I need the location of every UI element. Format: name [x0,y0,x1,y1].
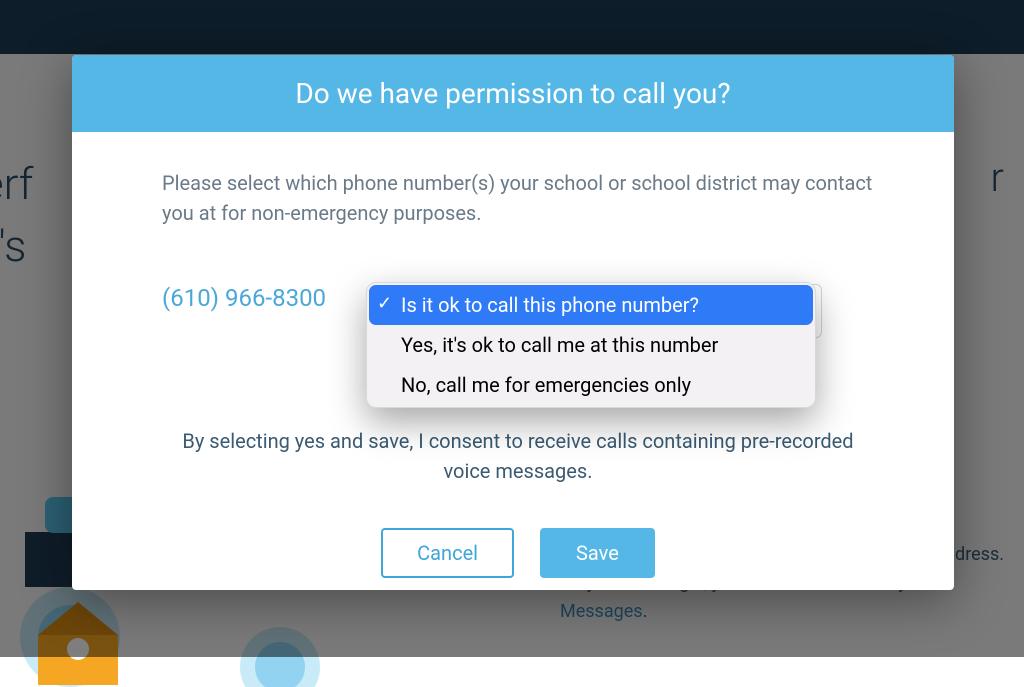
dropdown-option-label: Is it ok to call this phone number? [401,293,699,317]
modal-body: Please select which phone number(s) your… [72,132,954,598]
permission-modal: Do we have permission to call you? Pleas… [72,55,954,590]
dropdown-option-no[interactable]: No, call me for emergencies only [369,365,813,405]
save-button[interactable]: Save [540,528,655,578]
modal-buttons: Cancel Save [162,528,874,578]
consent-text: By selecting yes and save, I consent to … [162,426,874,486]
modal-title: Do we have permission to call you? [72,55,954,132]
cancel-button[interactable]: Cancel [381,528,514,578]
permission-dropdown: ✓ Is it ok to call this phone number? Ye… [366,282,816,408]
modal-instruction: Please select which phone number(s) your… [162,168,874,228]
permission-select-wrap: ✓ Is it ok to call this phone number? Ye… [372,284,874,338]
dropdown-option-label: Yes, it's ok to call me at this number [401,333,718,357]
phone-row: (610) 966-8300 ✓ Is it ok to call this p… [162,284,874,338]
dropdown-option-label: No, call me for emergencies only [401,373,691,397]
check-icon: ✓ [377,293,392,314]
dropdown-option-prompt[interactable]: ✓ Is it ok to call this phone number? [369,285,813,325]
dropdown-option-yes[interactable]: Yes, it's ok to call me at this number [369,325,813,365]
phone-number-label: (610) 966-8300 [162,284,372,312]
